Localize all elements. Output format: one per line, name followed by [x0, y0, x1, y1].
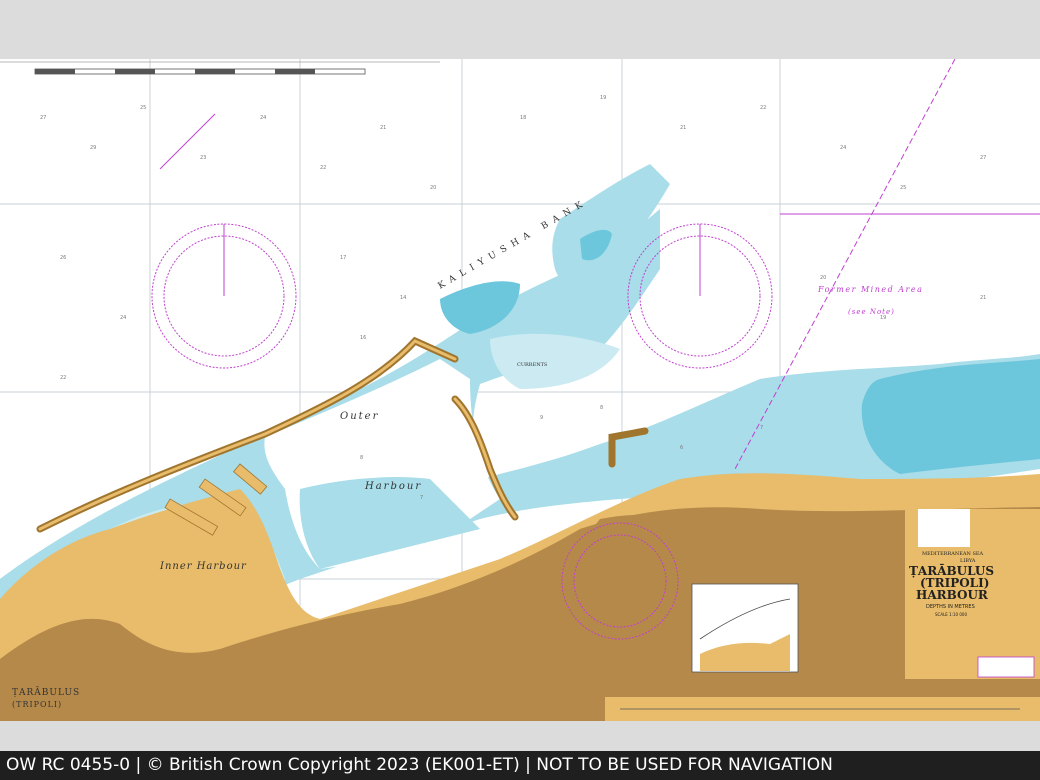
svg-text:7: 7 — [760, 425, 763, 431]
svg-text:27: 27 — [980, 155, 986, 161]
svg-text:8: 8 — [360, 455, 363, 461]
inset-panel — [691, 583, 799, 673]
svg-text:6: 6 — [680, 445, 683, 451]
svg-text:20: 20 — [820, 275, 826, 281]
svg-text:20: 20 — [430, 185, 436, 191]
title-line-3: HARBOUR — [916, 588, 989, 602]
chart-viewer[interactable]: 27 29 25 23 24 22 21 20 18 19 21 22 24 25 27 26 24 2… — [0, 59, 1040, 721]
bottom-margin — [0, 721, 1040, 751]
svg-text:29: 29 — [90, 145, 96, 151]
town-label-2: (TRIPOLI) — [12, 700, 62, 709]
svg-text:14: 14 — [400, 295, 406, 301]
svg-text:7: 7 — [420, 495, 423, 501]
town-label-1: ṬARĀBULUS — [12, 686, 80, 698]
svg-text:25: 25 — [140, 105, 146, 111]
title-scale: SCALE 1:10 000 — [935, 612, 967, 617]
title-sea: MEDITERRANEAN SEA — [922, 551, 984, 557]
currents-label: CURRENTS — [517, 362, 548, 368]
svg-text:27: 27 — [40, 115, 46, 121]
svg-text:9: 9 — [540, 415, 543, 421]
svg-text:24: 24 — [120, 315, 126, 321]
inner-harbour-label: Inner Harbour — [159, 561, 247, 572]
svg-text:22: 22 — [320, 165, 326, 171]
svg-text:21: 21 — [380, 125, 386, 131]
bottom-scale — [605, 697, 1040, 721]
svg-text:25: 25 — [900, 185, 906, 191]
title-block: MEDITERRANEAN SEA LIBYA ṬARĀBULUS (TRIPO… — [905, 509, 1040, 679]
svg-text:19: 19 — [600, 95, 606, 101]
title-depths: DEPTHS IN METRES — [926, 604, 975, 610]
svg-text:22: 22 — [760, 105, 766, 111]
copyright-footer: OW RC 0455-0 | © British Crown Copyright… — [0, 751, 1040, 780]
svg-text:8: 8 — [600, 405, 603, 411]
nautical-chart: 27 29 25 23 24 22 21 20 18 19 21 22 24 25 27 26 24 2… — [0, 59, 1040, 721]
svg-text:21: 21 — [680, 125, 686, 131]
svg-text:21: 21 — [980, 295, 986, 301]
former-mined-area-label: Former Mined Area — [817, 285, 923, 294]
svg-text:24: 24 — [840, 145, 846, 151]
svg-text:23: 23 — [200, 155, 206, 161]
svg-text:16: 16 — [360, 335, 366, 341]
svg-text:24: 24 — [260, 115, 266, 121]
outer-harbour-label: Outer — [340, 411, 379, 422]
see-note-label: (see Note) — [848, 308, 895, 316]
svg-text:18: 18 — [520, 115, 526, 121]
svg-text:22: 22 — [60, 375, 66, 381]
svg-text:26: 26 — [60, 255, 66, 261]
top-margin — [0, 0, 1040, 59]
svg-text:17: 17 — [340, 255, 346, 261]
harbour-word-label: Harbour — [364, 481, 422, 492]
